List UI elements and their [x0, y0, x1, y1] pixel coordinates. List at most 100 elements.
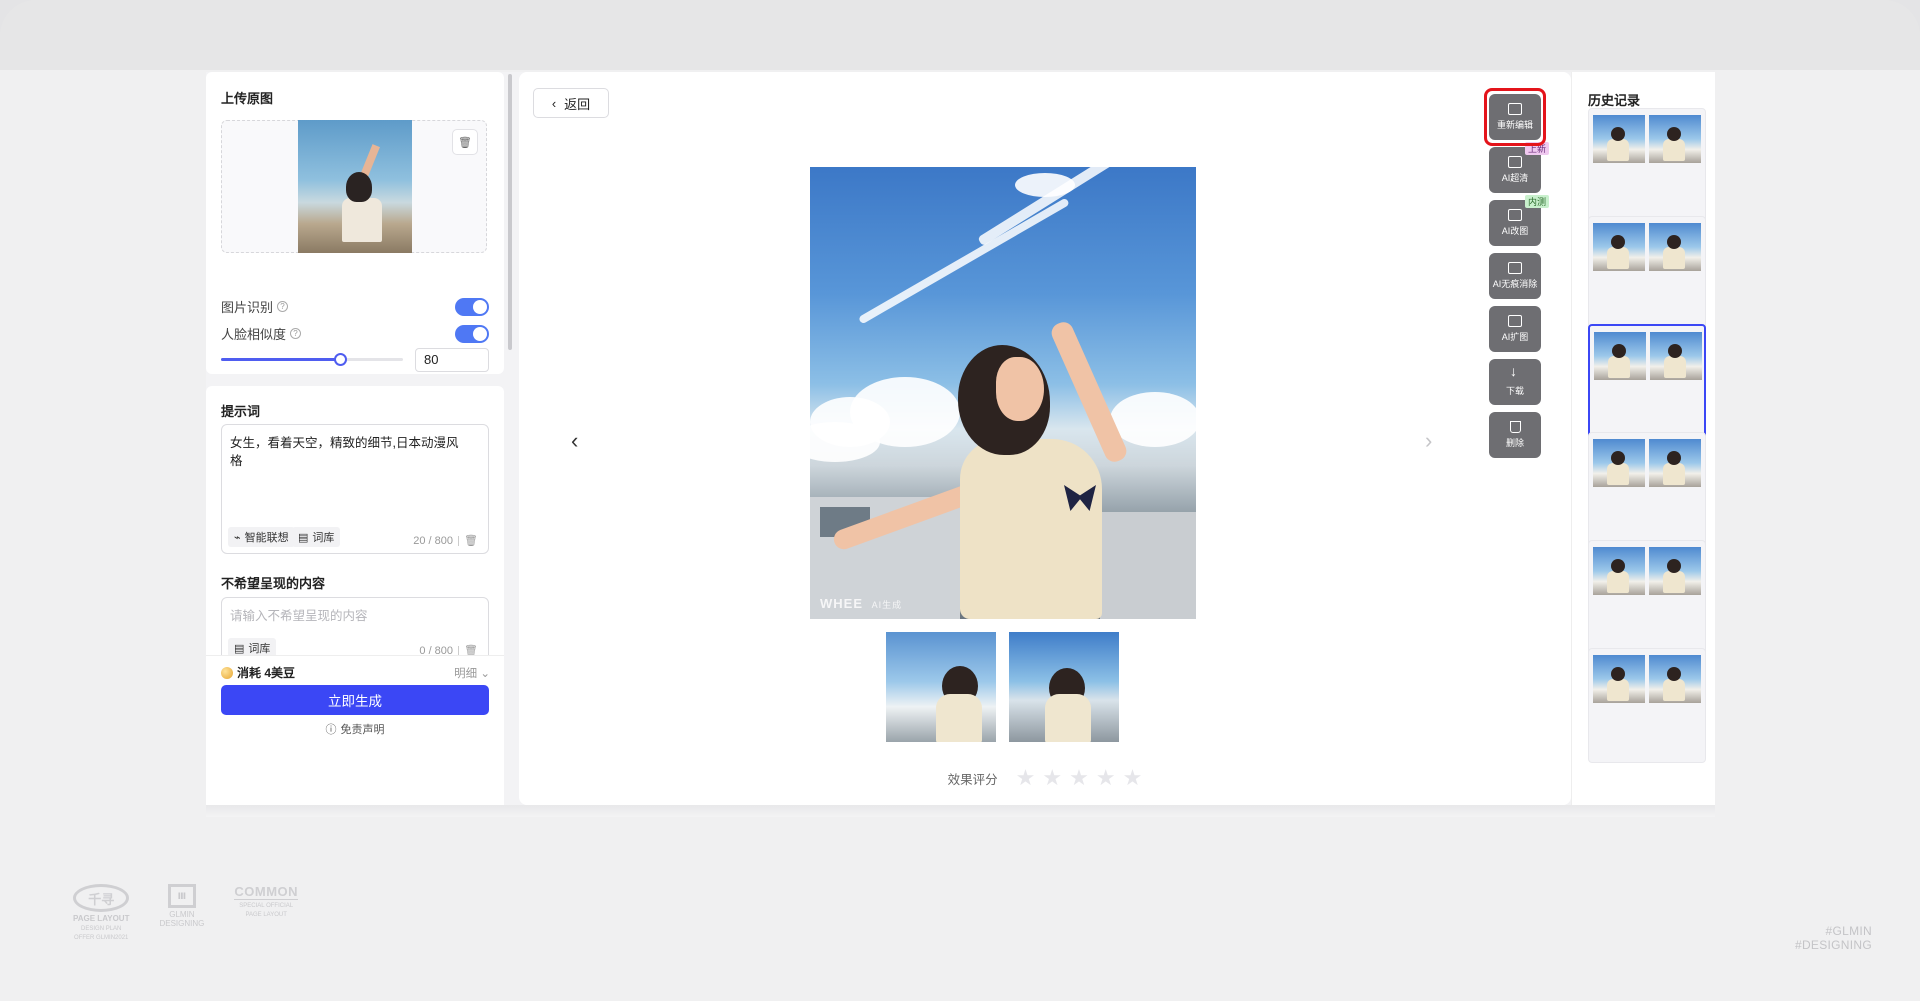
book-icon: ▤: [234, 642, 245, 655]
highlight-box: [1484, 88, 1546, 146]
rating-stars[interactable]: ★ ★ ★ ★ ★: [1016, 767, 1143, 789]
common-logo: COMMON SPECIAL OFFICIAL PAGE LAYOUT: [234, 884, 299, 918]
chevron-down-icon: ⌄: [480, 668, 490, 680]
history-thumbnail[interactable]: [1649, 223, 1701, 271]
prev-arrow-icon[interactable]: ‹: [571, 428, 578, 454]
detail-link[interactable]: 明细 ⌄: [454, 665, 490, 681]
clear-icon[interactable]: 🗑: [464, 534, 478, 547]
preview-area: ‹ 返回 ‹ › WHEE AI生成 效果评分 ★ ★ ★ ★ ★ 重新编辑 A…: [519, 72, 1571, 805]
history-item[interactable]: [1588, 108, 1706, 223]
tool-label: AI无痕消除: [1492, 279, 1538, 289]
star-icon[interactable]: ★: [1096, 767, 1116, 789]
tool-label: AI超清: [1501, 173, 1529, 183]
hd-icon: [1508, 156, 1522, 168]
lexicon-label: 词库: [312, 532, 335, 544]
tool-button-4[interactable]: AI扩图: [1489, 306, 1541, 352]
prompt-count: 20 / 800: [413, 534, 454, 547]
image-recognition-label: 图片识别: [221, 300, 274, 315]
history-item[interactable]: [1588, 540, 1706, 655]
similarity-input[interactable]: 80: [415, 348, 489, 372]
info-icon: ⓘ: [325, 724, 337, 736]
footer-logos: 千寻 PAGE LAYOUT DESIGN PLAN OFFER GLMIN20…: [73, 884, 299, 943]
magic-wand-icon: [1508, 209, 1522, 221]
left-scrollbar[interactable]: [508, 74, 512, 350]
upload-dropzone[interactable]: 🗑: [221, 120, 487, 253]
tool-button-6[interactable]: 删除: [1489, 412, 1541, 458]
slider-handle[interactable]: [334, 353, 348, 366]
prompt-text: 女生，看着天空，精致的细节,日本动漫风格: [230, 436, 459, 468]
star-icon[interactable]: ★: [1123, 767, 1143, 789]
tool-button-5[interactable]: 下载: [1489, 359, 1541, 405]
tool-label: 删除: [1505, 438, 1524, 448]
upload-title: 上传原图: [221, 91, 274, 106]
similarity-slider[interactable]: [221, 353, 403, 366]
detail-label: 明细: [454, 668, 478, 680]
upload-card: 上传原图 🗑 图片识别 ? 人脸相似度 ? 80: [206, 72, 504, 374]
smart-assoc-button[interactable]: ⌁ 智能联想: [228, 527, 295, 547]
result-thumbnail[interactable]: [1009, 632, 1119, 742]
tool-label: AI扩图: [1501, 332, 1529, 342]
bean-icon: [221, 666, 233, 679]
result-thumbnail[interactable]: [886, 632, 996, 742]
chevron-left-icon: ‹: [551, 95, 557, 111]
delete-upload-button[interactable]: 🗑: [452, 129, 478, 155]
expand-icon: [1508, 315, 1522, 327]
tool-button-3[interactable]: AI无痕消除: [1489, 253, 1541, 299]
help-icon[interactable]: ?: [290, 328, 302, 339]
history-item[interactable]: [1588, 216, 1706, 331]
history-thumbnail[interactable]: [1649, 115, 1701, 163]
history-thumbnail[interactable]: [1593, 439, 1645, 487]
trash-icon: [1509, 421, 1521, 433]
prompt-textarea[interactable]: 女生，看着天空，精致的细节,日本动漫风格 ⌁ 智能联想 ▤ 词库 20 / 80…: [221, 424, 489, 554]
history-thumbnail[interactable]: [1593, 223, 1645, 271]
eraser-icon: [1508, 262, 1522, 274]
image-recognition-toggle[interactable]: [455, 298, 489, 316]
slider-fill: [221, 358, 341, 361]
next-arrow-icon[interactable]: ›: [1425, 428, 1432, 454]
tag-icon: ⌁: [234, 531, 241, 544]
cost-info: 消耗 4美豆: [221, 664, 295, 681]
star-icon[interactable]: ★: [1069, 767, 1089, 789]
history-thumbnail[interactable]: [1594, 332, 1646, 380]
star-icon[interactable]: ★: [1016, 767, 1036, 789]
glmin-logo: Ⅲ GLMIN DESIGNING: [159, 884, 204, 943]
disclaimer-link[interactable]: ⓘ 免责声明: [206, 721, 504, 737]
lexicon-button[interactable]: ▤ 词库: [292, 527, 341, 547]
trash-icon: 🗑: [458, 136, 472, 149]
brand-logo: 千寻 PAGE LAYOUT DESIGN PLAN OFFER GLMIN20…: [73, 884, 129, 943]
negative-lexicon-label: 词库: [248, 643, 271, 655]
history-title: 历史记录: [1588, 93, 1641, 108]
help-icon[interactable]: ?: [277, 301, 289, 312]
frame-shadow: [206, 805, 1715, 817]
face-similarity-label: 人脸相似度: [221, 327, 287, 342]
tool-label: 下载: [1505, 386, 1524, 396]
history-thumbnail[interactable]: [1649, 439, 1701, 487]
star-icon[interactable]: ★: [1042, 767, 1062, 789]
disclaimer-label: 免责声明: [340, 724, 385, 736]
image-recognition-row: 图片识别 ?: [221, 297, 289, 316]
history-item[interactable]: [1588, 432, 1706, 547]
rating-label: 效果评分: [947, 772, 998, 787]
smart-assoc-label: 智能联想: [244, 532, 289, 544]
history-thumbnail[interactable]: [1593, 115, 1645, 163]
history-thumbnail[interactable]: [1650, 332, 1702, 380]
watermark: WHEE AI生成: [820, 596, 903, 611]
history-thumbnail[interactable]: [1649, 547, 1701, 595]
rating-row: 效果评分 ★ ★ ★ ★ ★: [519, 767, 1571, 789]
cost-label: 消耗 4美豆: [237, 666, 296, 680]
generated-image[interactable]: WHEE AI生成: [810, 167, 1196, 619]
history-item[interactable]: [1588, 648, 1706, 763]
back-button[interactable]: ‹ 返回: [533, 88, 609, 118]
face-similarity-toggle[interactable]: [455, 325, 489, 343]
history-thumbnail[interactable]: [1593, 655, 1645, 703]
history-thumbnail[interactable]: [1593, 547, 1645, 595]
history-thumbnail[interactable]: [1649, 655, 1701, 703]
prompt-title: 提示词: [221, 404, 261, 419]
history-panel: 历史记录: [1571, 72, 1715, 805]
generate-button[interactable]: 立即生成: [221, 685, 489, 715]
book-icon: ▤: [298, 531, 309, 544]
history-item[interactable]: [1588, 324, 1706, 439]
generate-bar: 消耗 4美豆 明细 ⌄ 立即生成 ⓘ 免责声明: [206, 655, 504, 817]
download-icon: [1508, 363, 1522, 381]
negative-placeholder: 请输入不希望呈现的内容: [230, 609, 368, 623]
